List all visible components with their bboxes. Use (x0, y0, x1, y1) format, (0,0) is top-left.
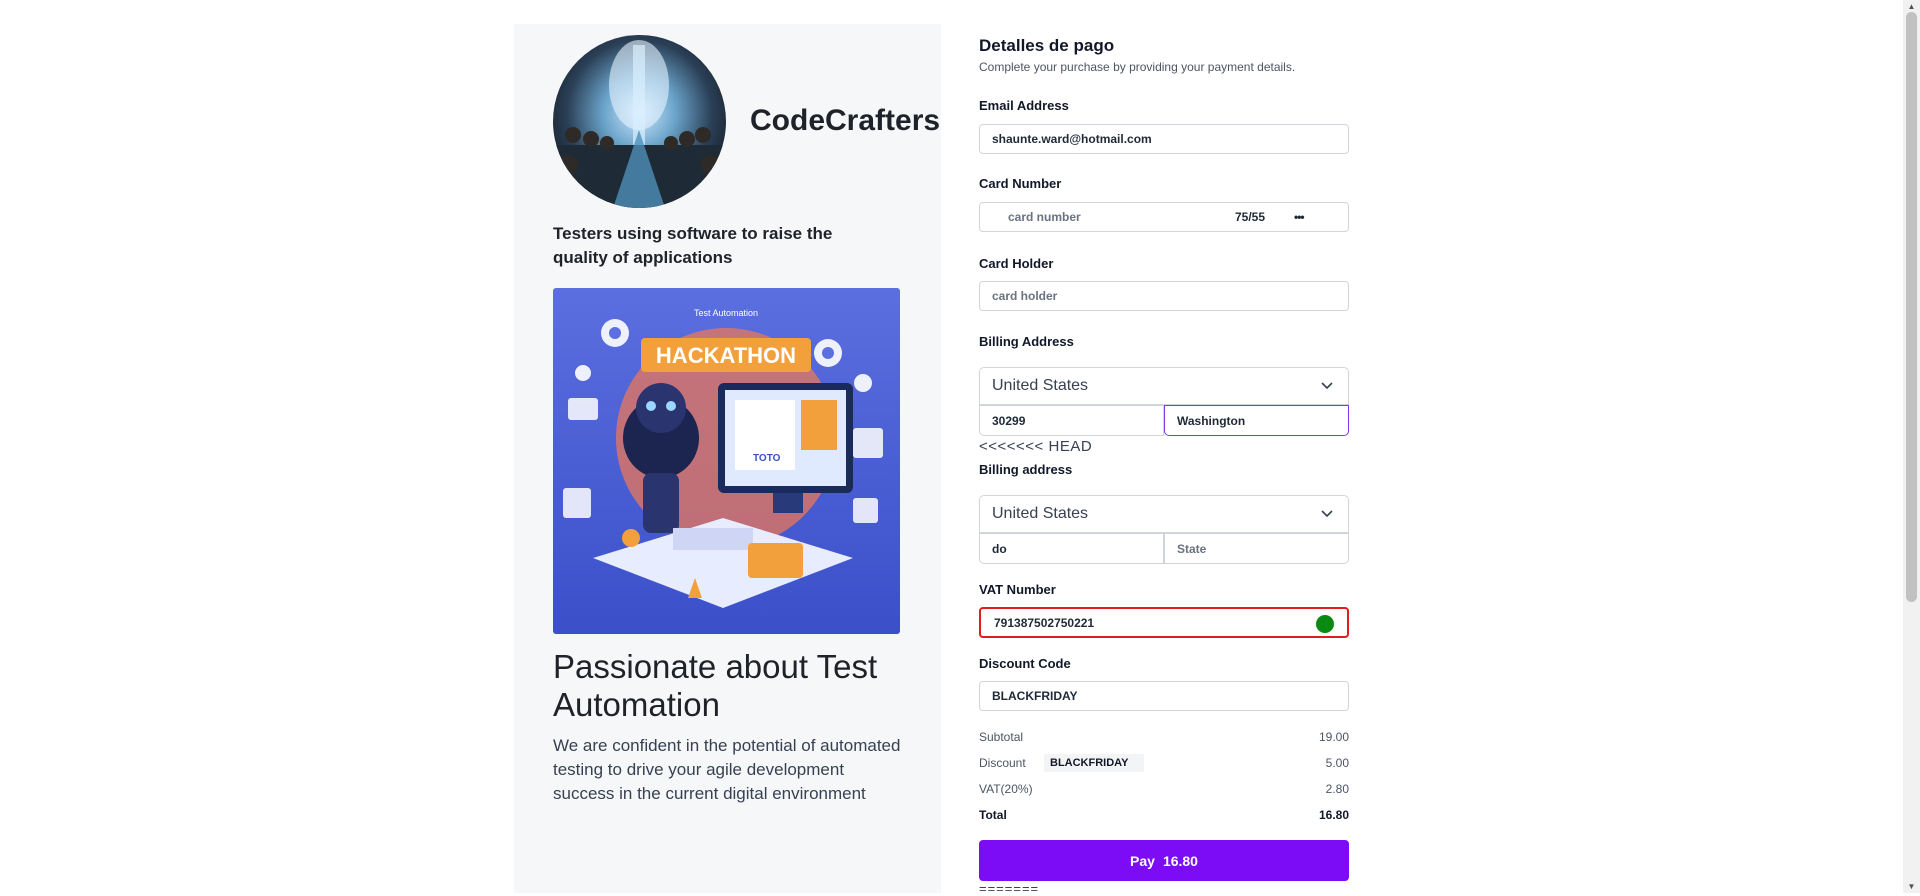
card-number-label: Card Number (979, 176, 1062, 191)
discount-label: Discount Code (979, 656, 1071, 671)
valid-status-dot-icon (1316, 615, 1334, 633)
discount-code-badge: BLACKFRIDAY (1044, 754, 1144, 772)
pay-button-amount: 16.80 (1162, 852, 1198, 869)
scrollbar-thumb[interactable] (1906, 12, 1917, 602)
vat-number-field[interactable]: 791387502750221 (979, 607, 1349, 638)
vat-row-label: VAT(20%) (979, 782, 1033, 796)
card-holder-field[interactable]: card holder (979, 281, 1349, 311)
description-paragraph: We are confident in the potential of aut… (553, 736, 901, 803)
email-label: Email Address (979, 98, 1069, 113)
brand-name: CodeCrafters (750, 104, 941, 137)
scroll-down-arrow-icon[interactable]: ▼ (1907, 882, 1916, 891)
billing-state-value: Washington (1177, 413, 1246, 428)
billing-address-label: Billing Address (979, 334, 1074, 349)
chevron-down-icon (1321, 382, 1333, 390)
brand-tagline: Testers using software to raise the qual… (553, 224, 833, 267)
poster-screen-text: TOTO (753, 453, 781, 464)
billing2-country-value: United States (992, 505, 1089, 522)
form-title: Detalles de pago (979, 36, 1115, 55)
billing2-state-field[interactable]: State (1164, 533, 1349, 564)
card-number-placeholder: card number (1008, 210, 1081, 224)
vat-row: VAT(20%) 2.80 (979, 782, 1349, 800)
card-number-field[interactable]: card number 75/55 ••• (979, 202, 1349, 232)
poster-subtitle: Test Automation (694, 308, 758, 318)
merge-separator-marker: ======= (979, 881, 1040, 896)
discount-value: BLACKFRIDAY (992, 689, 1078, 703)
total-row: Total 16.80 (979, 808, 1349, 826)
vat-row-value: 2.80 (1325, 782, 1349, 796)
merge-conflict-marker: <<<<<<< HEAD (979, 438, 1093, 455)
discount-row-value: 5.00 (1325, 756, 1349, 770)
poster-title: HACKATHON (656, 343, 796, 368)
card-cvc-field[interactable]: ••• (1294, 210, 1305, 224)
headline: Passionate about Test Automation (553, 648, 878, 723)
billing-zip-value: 30299 (992, 413, 1026, 428)
subtotal-row: Subtotal 19.00 (979, 730, 1349, 748)
email-value: shaunte.ward@hotmail.com (992, 132, 1152, 146)
email-field[interactable]: shaunte.ward@hotmail.com (979, 124, 1349, 154)
chevron-down-icon (1321, 510, 1333, 518)
total-value: 16.80 (1318, 808, 1349, 822)
total-label: Total (979, 808, 1007, 822)
subtotal-label: Subtotal (979, 730, 1024, 744)
discount-code-field[interactable]: BLACKFRIDAY (979, 681, 1349, 711)
billing-zip-field[interactable]: 30299 (979, 405, 1164, 436)
billing-address2-label: Billing address (979, 462, 1073, 477)
card-holder-placeholder: card holder (992, 289, 1058, 303)
billing2-zip-value: do (992, 541, 1007, 556)
billing2-state-placeholder: State (1177, 541, 1207, 556)
card-holder-label: Card Holder (979, 256, 1054, 271)
billing-country-select[interactable]: United States (979, 367, 1349, 405)
card-expiry-field[interactable]: 75/55 (1235, 210, 1265, 224)
vat-value: 791387502750221 (994, 615, 1095, 630)
discount-row-label: Discount (979, 756, 1026, 770)
billing-state-field[interactable]: Washington (1164, 405, 1349, 436)
billing-country-value: United States (992, 377, 1089, 394)
page-scrollbar[interactable]: ▲ ▼ (1903, 0, 1920, 893)
discount-row: Discount BLACKFRIDAY 5.00 (979, 754, 1349, 774)
vat-label: VAT Number (979, 582, 1056, 597)
payment-form: Detalles de pago Complete your purchase … (979, 0, 1351, 896)
billing2-zip-field[interactable]: do (979, 533, 1164, 564)
form-subtitle: Complete your purchase by providing your… (979, 60, 1296, 74)
subtotal-value: 19.00 (1318, 730, 1349, 744)
scroll-up-arrow-icon[interactable]: ▲ (1907, 2, 1916, 11)
billing2-country-select[interactable]: United States (979, 495, 1349, 533)
brand-panel: CodeCrafters Testers using software to r… (514, 24, 941, 893)
pay-button-label: Pay (1130, 852, 1155, 869)
hackathon-poster-image: Test Automation HACKATHON TOTO (553, 288, 900, 634)
pay-button[interactable]: Pay 16.80 (979, 840, 1349, 881)
team-avatar-image (553, 35, 726, 208)
